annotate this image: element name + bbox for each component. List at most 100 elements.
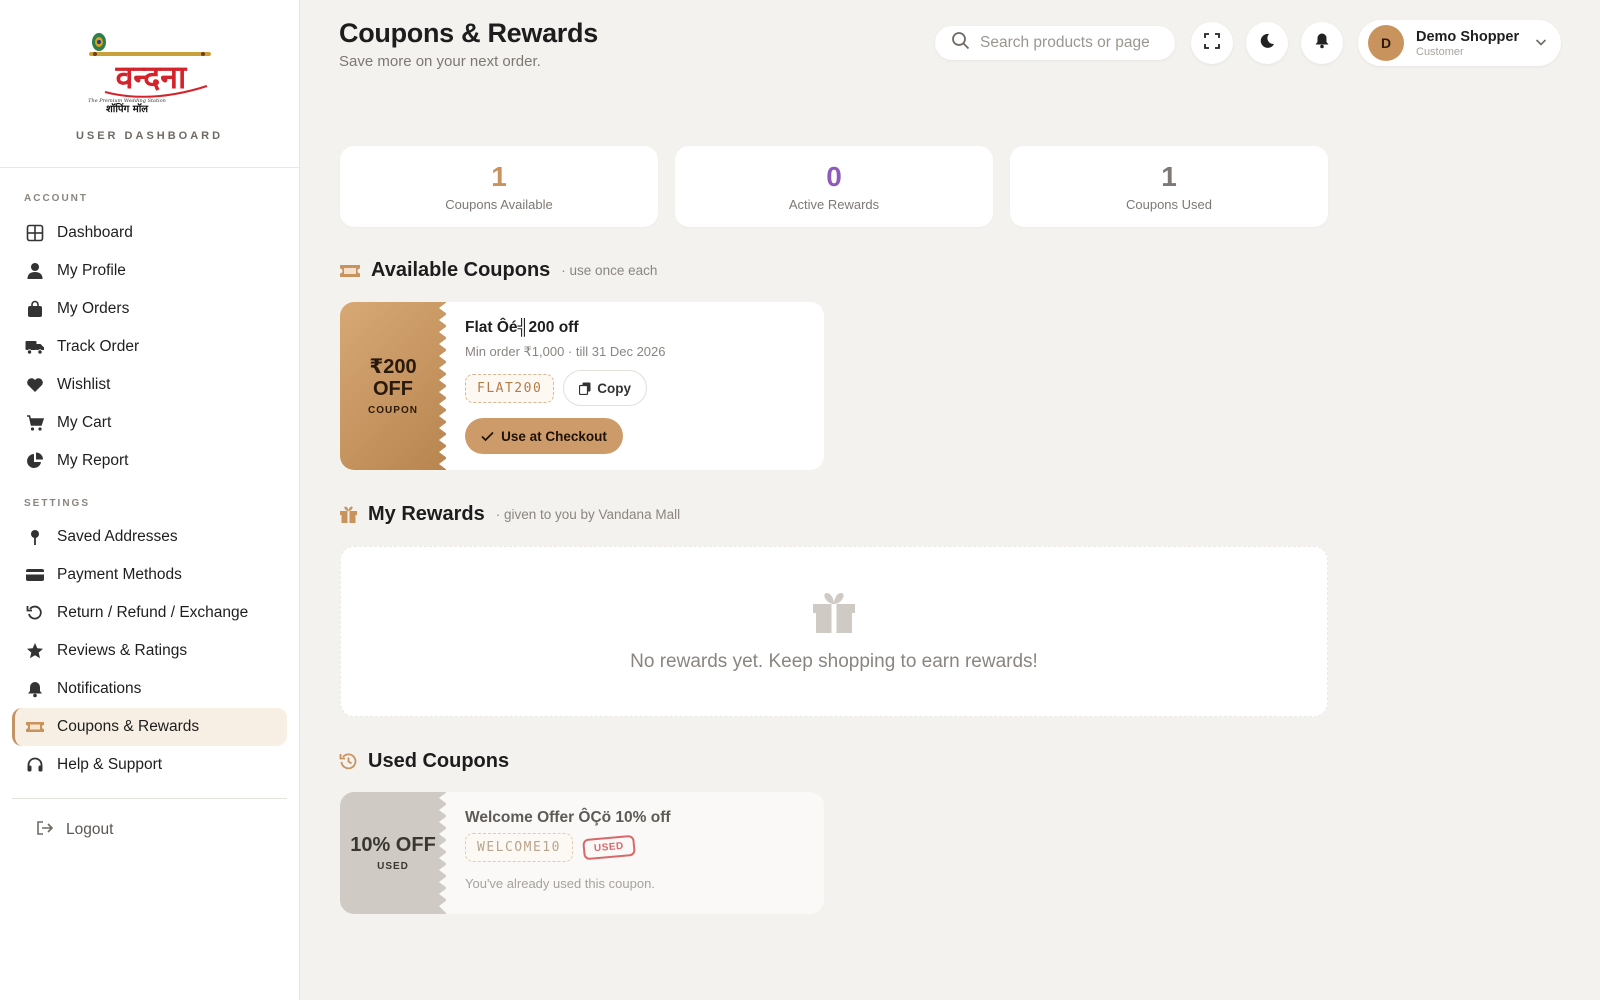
sidebar-item-label: My Orders [57, 300, 130, 317]
search-input[interactable]: Search products or page [935, 26, 1175, 60]
sidebar-item-coupons-rewards[interactable]: Coupons & Rewards [12, 708, 287, 746]
logout-label: Logout [66, 821, 114, 838]
coupon-meta: Min order ₹1,000 · till 31 Dec 2026 [465, 344, 666, 359]
section-note: · use once each [561, 263, 658, 278]
section-title: Available Coupons [371, 259, 551, 281]
coupon-label: COUPON [368, 405, 418, 416]
sidebar-item-label: Return / Refund / Exchange [57, 604, 249, 621]
sidebar-item-help-support[interactable]: Help & Support [12, 746, 287, 784]
sidebar-item-track-order[interactable]: Track Order [12, 328, 287, 366]
my-rewards-heading: My Rewards · given to you by Vandana Mal… [339, 503, 680, 526]
moon-icon [1259, 33, 1275, 54]
pie-chart-icon [25, 451, 45, 471]
page-header: Coupons & Rewards Save more on your next… [339, 18, 1561, 78]
copy-label: Copy [597, 380, 632, 396]
coupon-edge [439, 792, 447, 914]
coupon-card-flat200: ₹200 OFF COUPON Flat Ôé╣200 off Min orde… [340, 302, 824, 470]
sidebar-item-label: My Profile [57, 262, 126, 279]
cart-icon [25, 413, 45, 433]
sidebar-item-label: Dashboard [57, 224, 133, 241]
history-icon [339, 752, 358, 771]
grid-icon [25, 223, 45, 243]
sidebar-item-label: Saved Addresses [57, 528, 178, 545]
coupon-edge [439, 302, 447, 470]
sidebar: वन्दना The Premium Wedding Station शॉपिं… [0, 0, 300, 1000]
sidebar-item-saved-addresses[interactable]: Saved Addresses [12, 518, 287, 556]
coupon-code: WELCOME10 [465, 833, 573, 862]
checkout-label: Use at Checkout [501, 428, 607, 444]
sidebar-divider [12, 798, 287, 799]
logo-sub: शॉपिंग मॉल [105, 102, 148, 115]
coupon-amount: ₹200 [369, 356, 417, 378]
copy-code-button[interactable]: Copy [563, 370, 648, 406]
bag-icon [25, 299, 45, 319]
chevron-down-icon [1535, 35, 1547, 53]
empty-message: No rewards yet. Keep shopping to earn re… [630, 651, 1038, 672]
sidebar-item-dashboard[interactable]: Dashboard [12, 214, 287, 252]
fullscreen-icon [1204, 32, 1220, 54]
sidebar-item-label: Track Order [57, 338, 140, 355]
stat-coupons-available: 1 Coupons Available [340, 146, 658, 227]
sidebar-item-payment-methods[interactable]: Payment Methods [12, 556, 287, 594]
sidebar-item-label: Help & Support [57, 756, 163, 773]
stat-label: Coupons Available [445, 196, 553, 212]
fullscreen-button[interactable] [1191, 22, 1233, 64]
sidebar-item-label: My Report [57, 452, 129, 469]
stat-label: Active Rewards [788, 196, 880, 212]
stat-value: 1 [1161, 160, 1177, 192]
settings-section-title: SETTINGS [24, 498, 91, 509]
user-icon [25, 261, 45, 281]
sidebar-item-reviews-ratings[interactable]: Reviews & Ratings [12, 632, 287, 670]
truck-icon [25, 337, 45, 357]
sidebar-item-label: Notifications [57, 680, 142, 697]
bell-icon [1314, 32, 1330, 54]
copy-icon [579, 382, 591, 395]
sidebar-item-notifications[interactable]: Notifications [12, 670, 287, 708]
undo-icon [25, 603, 45, 623]
sidebar-item-wishlist[interactable]: Wishlist [12, 366, 287, 404]
logout-icon [36, 820, 54, 841]
notifications-button[interactable] [1301, 22, 1343, 64]
dark-mode-button[interactable] [1246, 22, 1288, 64]
section-title: My Rewards [368, 503, 485, 525]
stat-label: Coupons Used [1126, 196, 1212, 212]
sidebar-item-my-report[interactable]: My Report [12, 442, 287, 480]
ticket-icon [25, 717, 45, 737]
coupon-off: OFF [373, 378, 413, 400]
sidebar-item-label: Reviews & Ratings [57, 642, 188, 659]
section-note: · given to you by Vandana Mall [495, 507, 681, 522]
logout-button[interactable]: Logout [0, 813, 299, 847]
sidebar-item-my-cart[interactable]: My Cart [12, 404, 287, 442]
account-section-title: ACCOUNT [24, 193, 88, 204]
rewards-empty-state: No rewards yet. Keep shopping to earn re… [340, 546, 1328, 717]
user-menu[interactable]: D Demo Shopper Customer [1358, 20, 1561, 66]
sidebar-item-label: My Cart [57, 414, 112, 431]
headset-icon [25, 755, 45, 775]
coupon-label: USED [377, 861, 409, 872]
available-coupons-heading: Available Coupons · use once each [339, 259, 657, 282]
section-title: Used Coupons [368, 750, 510, 772]
brand: वन्दना The Premium Wedding Station शॉपिं… [0, 0, 299, 168]
pin-icon [25, 527, 45, 547]
stat-coupons-used: 1 Coupons Used [1010, 146, 1328, 227]
use-at-checkout-button[interactable]: Use at Checkout [465, 418, 623, 454]
card-icon [25, 565, 45, 585]
sidebar-item-my-profile[interactable]: My Profile [12, 252, 287, 290]
check-icon [481, 431, 494, 442]
coupon-card-welcome10: 10% OFF USED Welcome Offer ÔÇö 10% off W… [340, 792, 824, 914]
logo-script: वन्दना [114, 58, 187, 96]
stat-active-rewards: 0 Active Rewards [675, 146, 993, 227]
coupon-used-note: You've already used this coupon. [465, 876, 655, 891]
dashboard-label: USER DASHBOARD [75, 130, 224, 142]
user-role: Customer [1416, 45, 1464, 58]
sidebar-item-return-refund-exchange[interactable]: Return / Refund / Exchange [12, 594, 287, 632]
coupon-badge: 10% OFF USED [340, 792, 447, 914]
sidebar-item-label: Coupons & Rewards [57, 718, 200, 735]
vandana-logo[interactable]: वन्दना The Premium Wedding Station शॉपिं… [85, 30, 215, 116]
coupon-title: Welcome Offer ÔÇö 10% off [465, 809, 671, 826]
sidebar-item-my-orders[interactable]: My Orders [12, 290, 287, 328]
heart-icon [25, 375, 45, 395]
sidebar-item-label: Wishlist [57, 376, 111, 393]
user-name: Demo Shopper [1416, 28, 1520, 45]
stat-value: 1 [491, 160, 507, 192]
